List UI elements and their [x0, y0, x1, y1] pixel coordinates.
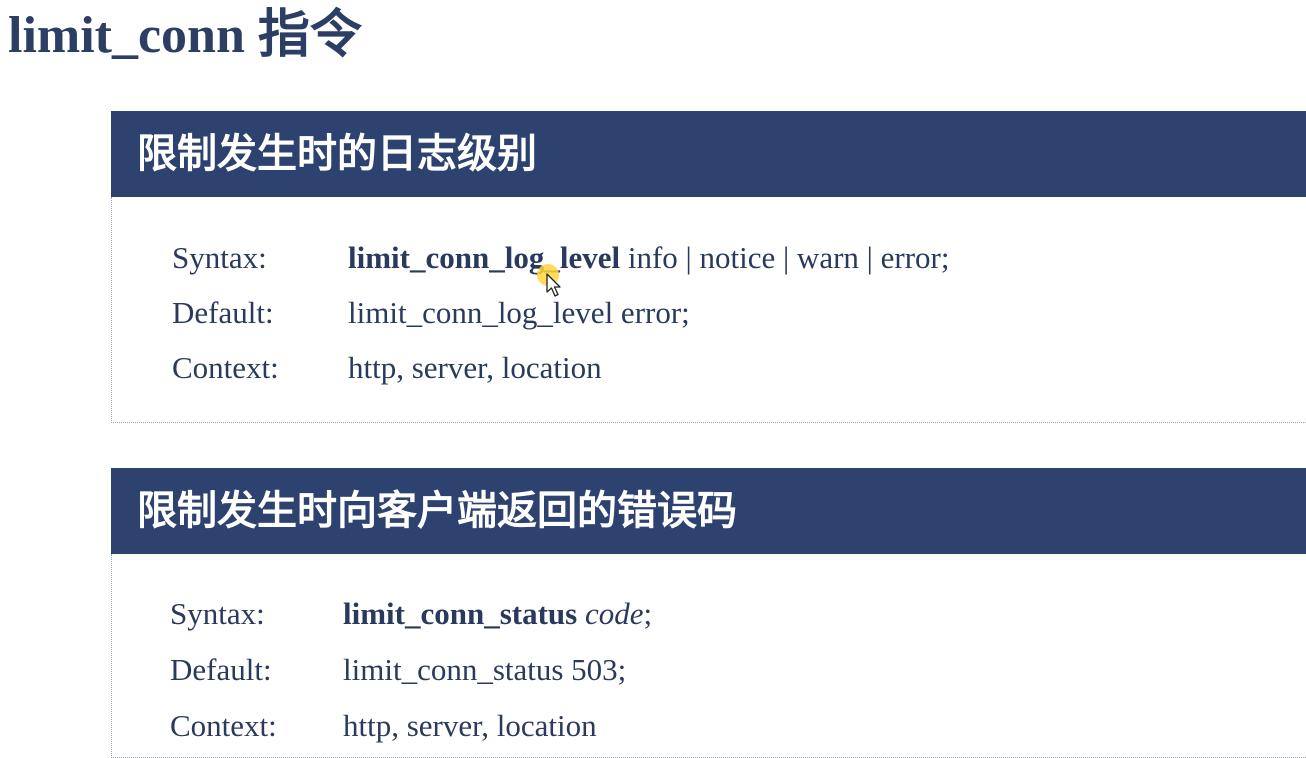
default-row: Default: limit_conn_log_level error;: [172, 293, 690, 333]
context-row: Context: http, server, location: [170, 706, 597, 746]
default-label: Default:: [170, 652, 272, 687]
syntax-values: info | notice | warn | error;: [620, 240, 950, 275]
default-value: limit_conn_status 503;: [343, 652, 627, 687]
context-label: Context:: [172, 350, 279, 385]
section-header: 限制发生时的日志级别: [111, 111, 1306, 197]
directive-param: code: [585, 596, 644, 631]
default-label: Default:: [172, 295, 274, 330]
default-value: limit_conn_log_level error;: [348, 295, 690, 330]
context-value: http, server, location: [343, 708, 597, 743]
syntax-label: Syntax:: [172, 240, 267, 275]
syntax-row: Syntax: limit_conn_log_level info | notic…: [172, 238, 949, 278]
syntax-terminator: ;: [643, 596, 653, 631]
directive-name: limit_conn_status: [343, 596, 578, 631]
section-header: 限制发生时向客户端返回的错误码: [111, 468, 1306, 554]
mouse-pointer-icon: [546, 273, 561, 297]
directive-name: limit_conn_log_level: [348, 240, 621, 275]
context-row: Context: http, server, location: [172, 348, 602, 388]
context-label: Context:: [170, 708, 277, 743]
default-row: Default: limit_conn_status 503;: [170, 650, 626, 690]
page-title: limit_conn 指令: [8, 7, 362, 64]
context-value: http, server, location: [348, 350, 602, 385]
syntax-row: Syntax: limit_conn_status code;: [170, 594, 652, 634]
syntax-label: Syntax:: [170, 596, 265, 631]
